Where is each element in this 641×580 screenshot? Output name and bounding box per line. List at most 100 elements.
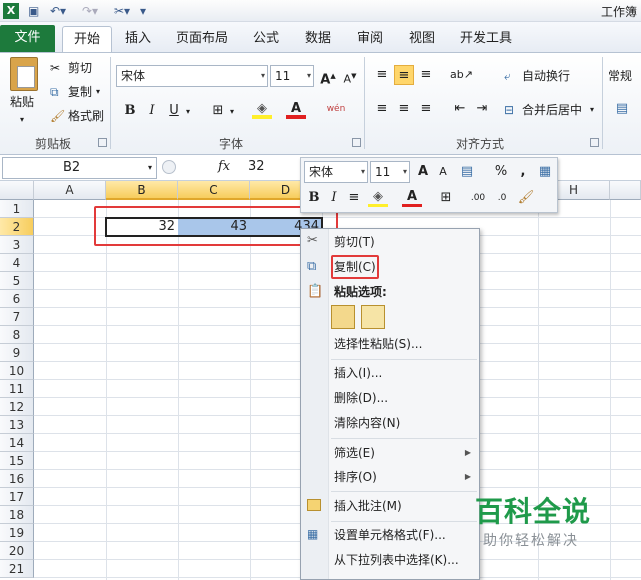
clipboard-launcher-icon[interactable]	[98, 138, 107, 147]
alignment-launcher-icon[interactable]	[590, 138, 599, 147]
row-header[interactable]: 3	[0, 236, 34, 254]
font-size-select[interactable]: 11 ▾	[270, 65, 314, 87]
menu-item-filter[interactable]: 筛选(E)	[334, 443, 375, 463]
column-header-i[interactable]	[610, 181, 641, 200]
row-header[interactable]: 12	[0, 398, 34, 416]
format-painter-icon[interactable]: 🖌	[50, 107, 65, 125]
row-header[interactable]: 10	[0, 362, 34, 380]
row-header[interactable]: 8	[0, 326, 34, 344]
copy-dropdown-icon[interactable]: ▾	[96, 83, 100, 101]
row-header[interactable]: 4	[0, 254, 34, 272]
row-header[interactable]: 7	[0, 308, 34, 326]
insert-function-icon[interactable]: fx	[218, 159, 230, 174]
font-launcher-icon[interactable]	[352, 138, 361, 147]
italic-button[interactable]: I	[142, 101, 162, 121]
menu-item-clear-contents[interactable]: 清除内容(N)	[334, 413, 400, 433]
formula-input[interactable]: 32	[248, 159, 265, 174]
tab-file[interactable]: 文件	[0, 25, 55, 52]
mini-accounting-icon[interactable]: ▤	[457, 162, 477, 182]
menu-item-cut[interactable]: 剪切(T)	[334, 232, 375, 252]
tab-data[interactable]: 数据	[300, 26, 336, 52]
align-left-icon[interactable]: ≡	[372, 99, 392, 119]
mini-size-select[interactable]: 11 ▾	[370, 161, 410, 183]
mini-format-painter-icon[interactable]: 🖌	[516, 188, 536, 208]
save-icon[interactable]: ▣	[28, 3, 39, 19]
wrap-text-icon[interactable]: ⤶	[504, 67, 511, 85]
row-header[interactable]: 14	[0, 434, 34, 452]
row-header[interactable]: 16	[0, 470, 34, 488]
tab-home[interactable]: 开始	[62, 26, 112, 52]
decrease-font-icon[interactable]: A▼	[340, 66, 360, 86]
align-top-icon[interactable]: ≡	[372, 65, 392, 85]
orientation-icon[interactable]: ab↗	[450, 65, 473, 85]
align-bottom-icon[interactable]: ≡	[416, 65, 436, 85]
row-header[interactable]: 11	[0, 380, 34, 398]
formula-bar-resize-icon[interactable]	[162, 160, 176, 174]
row-header[interactable]: 17	[0, 488, 34, 506]
paste-dropdown-icon[interactable]: ▾	[20, 111, 24, 129]
menu-item-paste-special[interactable]: 选择性粘贴(S)...	[334, 334, 422, 354]
tab-page-layout[interactable]: 页面布局	[172, 26, 232, 52]
underline-dropdown-icon[interactable]: ▾	[186, 103, 190, 121]
row-header[interactable]: 9	[0, 344, 34, 362]
copy-button[interactable]: 复制	[68, 83, 92, 101]
menu-item-insert-comment[interactable]: 插入批注(M)	[334, 496, 402, 516]
row-header[interactable]: 19	[0, 524, 34, 542]
copy-icon[interactable]: ⧉	[50, 83, 59, 101]
phonetic-icon[interactable]: wén	[326, 99, 346, 119]
mini-format-icon[interactable]: ▦	[535, 162, 555, 182]
merge-center-button[interactable]: 合并后居中	[522, 101, 582, 119]
wrap-text-button[interactable]: 自动换行	[522, 67, 570, 85]
borders-dropdown-icon[interactable]: ▾	[230, 103, 234, 121]
format-painter-button[interactable]: 格式刷	[68, 107, 104, 125]
paste-button[interactable]: 粘贴	[10, 93, 34, 111]
menu-item-pick-from-list[interactable]: 从下拉列表中选择(K)...	[334, 550, 459, 570]
increase-font-icon[interactable]: A▲	[318, 66, 338, 87]
tab-view[interactable]: 视图	[404, 26, 440, 52]
row-header[interactable]: 21	[0, 560, 34, 578]
row-header[interactable]: 13	[0, 416, 34, 434]
mini-decrease-font-icon[interactable]: A	[433, 162, 453, 182]
menu-item-delete[interactable]: 删除(D)...	[334, 388, 388, 408]
borders-icon[interactable]: ⊞	[208, 101, 228, 121]
mini-increase-decimal-icon[interactable]: .00	[468, 188, 488, 208]
paste-values-icon[interactable]	[361, 305, 385, 329]
accounting-format-icon[interactable]: ▤	[612, 99, 632, 119]
underline-button[interactable]: U	[164, 101, 184, 121]
mini-font-color-icon[interactable]: A	[402, 187, 422, 207]
mini-bold-button[interactable]: B	[304, 188, 324, 208]
fill-color-icon[interactable]: ◈	[252, 99, 272, 119]
cut-button[interactable]: 剪切	[68, 59, 92, 77]
select-all-corner[interactable]	[0, 181, 34, 200]
column-header-b[interactable]: B	[106, 181, 178, 200]
mini-align-center-icon[interactable]: ≡	[344, 188, 364, 208]
mini-percent-button[interactable]: %	[491, 162, 511, 182]
decrease-indent-icon[interactable]: ⇤	[450, 99, 470, 119]
menu-item-sort[interactable]: 排序(O)	[334, 467, 377, 487]
align-middle-icon[interactable]: ≡	[394, 65, 414, 85]
merge-dropdown-icon[interactable]: ▾	[590, 101, 594, 119]
bold-button[interactable]: B	[120, 101, 140, 121]
quick-access-menu-icon[interactable]: ▾	[140, 3, 146, 19]
undo-icon[interactable]: ↶▾	[50, 3, 66, 19]
name-box[interactable]: B2 ▾	[2, 157, 157, 179]
row-header[interactable]: 20	[0, 542, 34, 560]
row-header[interactable]: 15	[0, 452, 34, 470]
increase-indent-icon[interactable]: ⇥	[472, 99, 492, 119]
align-right-icon[interactable]: ≡	[416, 99, 436, 119]
tab-review[interactable]: 审阅	[352, 26, 388, 52]
cut-icon[interactable]: ✂	[50, 59, 60, 77]
font-name-select[interactable]: 宋体 ▾	[116, 65, 268, 87]
mini-italic-button[interactable]: I	[324, 188, 344, 208]
mini-decrease-decimal-icon[interactable]: .0	[492, 188, 512, 208]
tab-developer[interactable]: 开发工具	[456, 26, 516, 52]
row-header[interactable]: 18	[0, 506, 34, 524]
column-header-c[interactable]: C	[178, 181, 250, 200]
row-header[interactable]: 1	[0, 200, 34, 218]
row-header[interactable]: 2	[0, 218, 34, 236]
mini-font-select[interactable]: 宋体 ▾	[304, 161, 368, 183]
column-header-a[interactable]: A	[34, 181, 106, 200]
menu-item-format-cells[interactable]: 设置单元格格式(F)...	[334, 525, 446, 545]
paste-icon[interactable]	[10, 57, 38, 91]
mini-borders-icon[interactable]: ⊞	[436, 188, 456, 208]
